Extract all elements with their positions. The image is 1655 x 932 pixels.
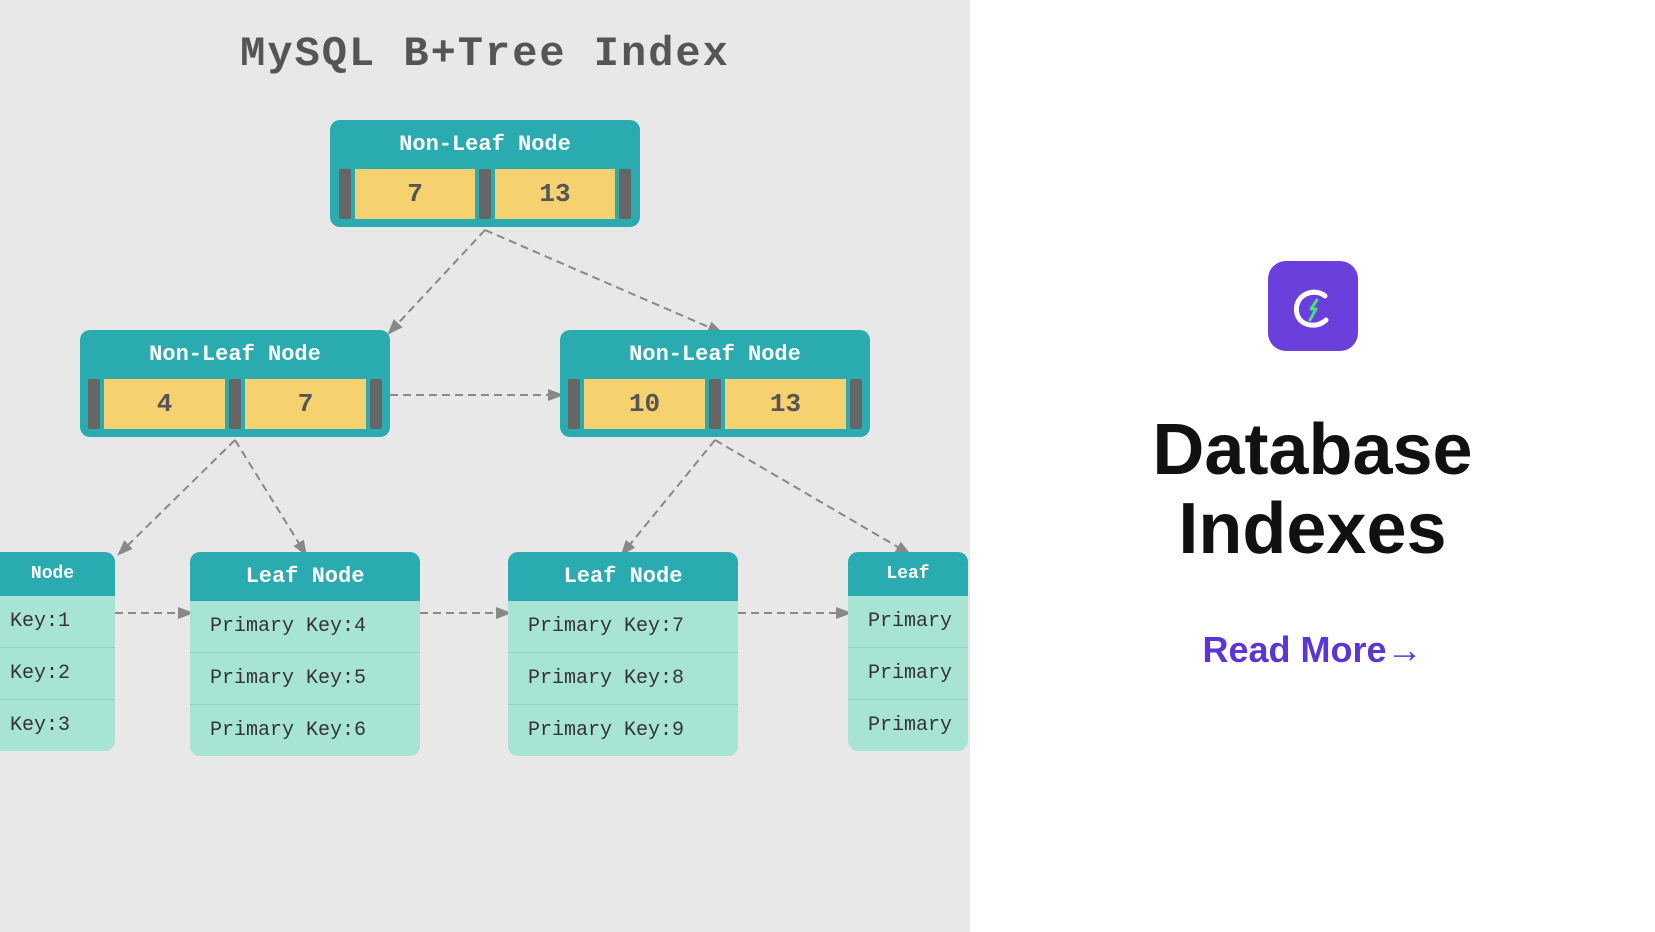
right-nonleaf-keys: 10 13 — [560, 379, 870, 437]
title-line1: Database — [1152, 410, 1472, 490]
right-panel: Database Indexes Read More→ — [970, 0, 1655, 932]
leaf-0-rows: Key:1 Key:2 Key:3 — [0, 596, 115, 751]
leaf-2-header: Leaf Node — [508, 552, 738, 601]
leaf-1-row-2: Primary Key:6 — [190, 705, 420, 756]
left-nonleaf-node: Non-Leaf Node 4 7 — [80, 330, 390, 437]
left-nl-key-2: 7 — [245, 379, 366, 429]
leaf-3-rows: Primary Primary Primary — [848, 596, 968, 751]
leaf-node-1: Leaf Node Primary Key:4 Primary Key:5 Pr… — [190, 552, 420, 756]
leaf-0-header: Node — [0, 552, 115, 596]
left-nl-divider-r — [370, 379, 382, 429]
app-logo — [1268, 261, 1358, 351]
read-more-link[interactable]: Read More→ — [1202, 629, 1422, 671]
leaf-1-header: Leaf Node — [190, 552, 420, 601]
right-nl-key-1: 10 — [584, 379, 705, 429]
tree-container: Non-Leaf Node 7 13 Non-Leaf Node 4 7 Non… — [0, 90, 970, 932]
leaf-1-row-0: Primary Key:4 — [190, 601, 420, 653]
left-nonleaf-header: Non-Leaf Node — [80, 330, 390, 379]
leaf-3-row-1: Primary — [848, 648, 968, 700]
leaf-0-row-2: Key:3 — [0, 700, 115, 751]
left-nl-divider-l — [88, 379, 100, 429]
key-divider-right — [619, 169, 631, 219]
leaf-node-0: Node Key:1 Key:2 Key:3 — [0, 552, 115, 751]
leaf-node-2: Leaf Node Primary Key:7 Primary Key:8 Pr… — [508, 552, 738, 756]
leaf-node-3: Leaf Primary Primary Primary — [848, 552, 968, 751]
left-nonleaf-keys: 4 7 — [80, 379, 390, 437]
leaf-0-row-0: Key:1 — [0, 596, 115, 648]
right-nl-divider-m — [709, 379, 721, 429]
leaf-1-row-1: Primary Key:5 — [190, 653, 420, 705]
right-nonleaf-node: Non-Leaf Node 10 13 — [560, 330, 870, 437]
leaf-1-rows: Primary Key:4 Primary Key:5 Primary Key:… — [190, 601, 420, 756]
root-node-header: Non-Leaf Node — [330, 120, 640, 169]
leaf-2-rows: Primary Key:7 Primary Key:8 Primary Key:… — [508, 601, 738, 756]
diagram-title: MySQL B+Tree Index — [0, 0, 970, 78]
root-key-1: 7 — [355, 169, 475, 219]
leaf-3-row-0: Primary — [848, 596, 968, 648]
leaf-2-row-1: Primary Key:8 — [508, 653, 738, 705]
right-nl-divider-l — [568, 379, 580, 429]
leaf-0-row-1: Key:2 — [0, 648, 115, 700]
root-node-keys: 7 13 — [330, 169, 640, 227]
leaf-3-row-2: Primary — [848, 700, 968, 751]
logo-icon — [1283, 276, 1343, 336]
key-divider-left — [339, 169, 351, 219]
leaf-2-row-2: Primary Key:9 — [508, 705, 738, 756]
root-nonleaf-node: Non-Leaf Node 7 13 — [330, 120, 640, 227]
right-nl-key-2: 13 — [725, 379, 846, 429]
left-nl-divider-m — [229, 379, 241, 429]
title-line2: Indexes — [1178, 489, 1446, 569]
right-nonleaf-header: Non-Leaf Node — [560, 330, 870, 379]
diagram-panel: MySQL B+Tree Index — [0, 0, 970, 932]
key-divider-mid — [479, 169, 491, 219]
leaf-2-row-0: Primary Key:7 — [508, 601, 738, 653]
leaf-3-header: Leaf — [848, 552, 968, 596]
left-nl-key-1: 4 — [104, 379, 225, 429]
root-key-2: 13 — [495, 169, 615, 219]
main-title: Database Indexes — [1152, 411, 1472, 569]
right-nl-divider-r — [850, 379, 862, 429]
